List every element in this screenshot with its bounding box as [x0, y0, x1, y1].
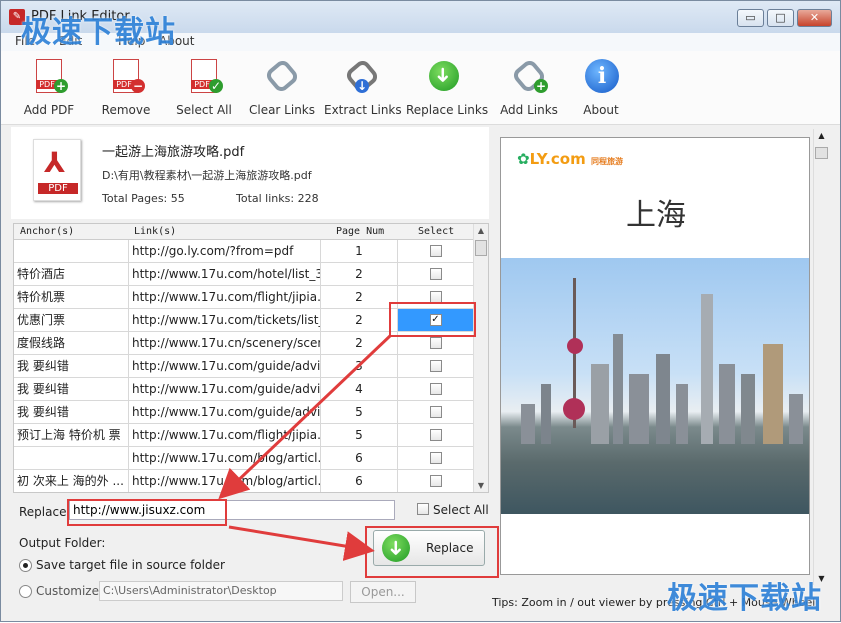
- watermark-bottom: 极速下载站: [667, 581, 822, 616]
- app-window: ✎ PDF Link Editor ▭ □ ✕ File Edit Help A…: [0, 0, 841, 622]
- arrow-input-to-button: [228, 525, 375, 561]
- watermark-top: 极速下载站: [21, 15, 176, 50]
- annotation-arrows: [218, 333, 393, 561]
- arrow-checkbox-to-input: [218, 333, 393, 500]
